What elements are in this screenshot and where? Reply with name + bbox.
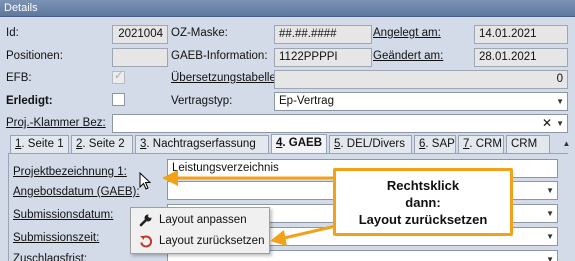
id-label: Id: — [6, 27, 19, 39]
vertragstyp-label: Vertragstyp: — [171, 95, 233, 107]
projektbezeichnung-label: Projektbezeichnung 1: — [13, 166, 127, 178]
uebersetzung-field[interactable]: 0 — [274, 70, 568, 89]
chevron-down-icon[interactable]: ▼ — [546, 182, 554, 199]
details-title-bar: Details — [0, 0, 575, 17]
chevron-down-icon[interactable]: ▼ — [546, 251, 554, 261]
reset-icon — [140, 235, 153, 248]
wrench-icon — [139, 214, 152, 227]
efb-label: EFB: — [6, 72, 32, 84]
erledigt-label: Erledigt: — [6, 95, 53, 107]
chevron-down-icon[interactable]: ▼ — [546, 228, 554, 245]
tab-sap[interactable]: 6. SAP — [414, 135, 456, 153]
tab-del-divers[interactable]: 5. DEL/Divers — [329, 135, 412, 153]
mouse-cursor-icon — [139, 172, 152, 190]
menu-item-label: Layout zurücksetzen — [159, 235, 265, 247]
id-field[interactable]: 2021004 — [112, 25, 168, 44]
uebersetzung-label: Übersetzungstabelle — [171, 72, 276, 84]
proj-klammer-label: Proj.-Klammer Bez: — [6, 117, 106, 129]
tab-gaeb[interactable]: 4. GAEB — [271, 134, 327, 154]
menu-item-label: Layout anpassen — [159, 214, 247, 226]
chevron-down-icon[interactable]: ▼ — [556, 93, 564, 110]
oz-maske-field[interactable]: ##.##.#### — [274, 25, 372, 44]
callout-line-1: Rechtsklick — [386, 178, 460, 193]
tab-crm[interactable]: 7. CRM — [458, 135, 504, 153]
vertragstyp-value: Ep-Vertrag — [279, 95, 334, 107]
gaeb-info-field[interactable]: 1122PPPPI — [274, 48, 372, 67]
zuschlagsfrist-label: Zuschlagsfrist: — [13, 253, 88, 261]
tab-crm-2[interactable]: CRM — [506, 135, 550, 153]
chevron-down-icon[interactable]: ▼ — [546, 205, 554, 222]
positionen-field[interactable] — [112, 48, 168, 67]
chevron-down-icon[interactable]: ▼ — [556, 115, 564, 132]
angebotsdatum-label: Angebotsdatum (GAEB): — [13, 186, 140, 198]
efb-checkbox[interactable]: ✓ — [112, 70, 125, 84]
gaeb-info-label: GAEB-Information: — [171, 50, 268, 62]
submissionsdatum-label: Submissionsdatum: — [13, 209, 114, 221]
tab-scroll-icon[interactable]: ▲ — [561, 136, 572, 152]
submissionszeit-label: Submissionszeit: — [13, 232, 100, 244]
tab-nachtragserfassung[interactable]: 3. Nachtragserfassung — [135, 135, 269, 153]
vertragstyp-select[interactable]: Ep-Vertrag ▼ — [274, 92, 568, 111]
context-menu: Layout anpassen Layout zurücksetzen — [130, 207, 270, 254]
oz-maske-label: OZ-Maske: — [171, 27, 228, 39]
callout-line-2: dann: — [405, 195, 441, 210]
angelegt-field[interactable]: 14.01.2021 — [474, 25, 568, 44]
positionen-label: Positionen: — [6, 50, 63, 62]
clear-icon[interactable]: ✕ — [542, 115, 552, 132]
tab-seite-2[interactable]: 2. Seite 2 — [71, 135, 133, 153]
geaendert-field[interactable]: 28.01.2021 — [474, 48, 568, 67]
menu-item-layout-anpassen[interactable]: Layout anpassen — [133, 211, 267, 230]
erledigt-checkbox[interactable] — [112, 93, 125, 106]
geaendert-label: Geändert am: — [373, 50, 444, 62]
instruction-callout: Rechtsklick dann: Layout zurücksetzen — [333, 168, 513, 236]
angelegt-label: Angelegt am: — [373, 27, 441, 39]
proj-klammer-select[interactable]: ✕ ▼ — [112, 114, 568, 133]
callout-line-3: Layout zurücksetzen — [358, 212, 488, 227]
tab-seite-1[interactable]: 1. Seite 1 — [10, 135, 69, 153]
checkmark-icon: ✓ — [114, 70, 124, 82]
menu-item-layout-zuruecksetzen[interactable]: Layout zurücksetzen — [133, 232, 267, 251]
